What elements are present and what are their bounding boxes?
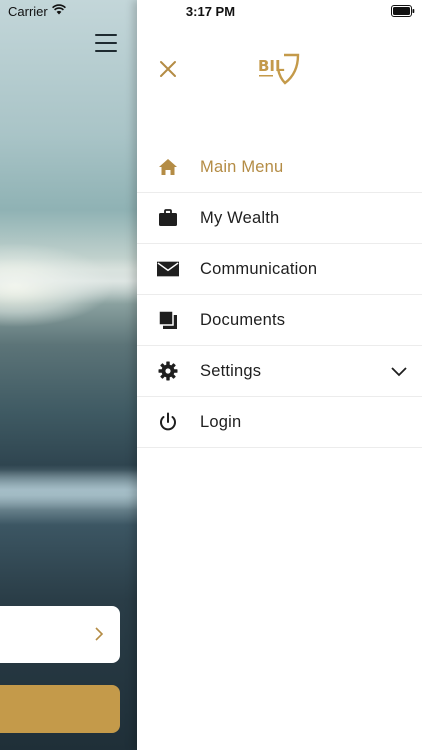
- power-icon: [157, 411, 179, 433]
- menu-item-label: Main Menu: [200, 157, 284, 176]
- home-icon: [157, 156, 179, 178]
- menu-item-label: My Wealth: [200, 208, 280, 227]
- background-screen: Carrier: [0, 0, 137, 750]
- menu-item-label: Communication: [200, 259, 318, 278]
- background-gold-button[interactable]: [0, 685, 120, 733]
- menu-item-documents[interactable]: Documents: [137, 295, 422, 346]
- menu-item-main-menu[interactable]: Main Menu: [137, 142, 422, 193]
- menu-item-communication[interactable]: Communication: [137, 244, 422, 295]
- wifi-icon: [52, 4, 66, 15]
- menu-item-settings[interactable]: Settings: [137, 346, 422, 397]
- gear-icon: [157, 360, 179, 382]
- briefcase-icon: [157, 207, 179, 229]
- background-card[interactable]: [0, 606, 120, 663]
- chevron-down-icon[interactable]: [390, 365, 408, 377]
- bil-logo-icon: BIL: [258, 53, 300, 85]
- hamburger-menu-icon[interactable]: [95, 34, 117, 52]
- side-drawer: 3:17 PM BIL Main Menu My Wealth Communic…: [137, 0, 422, 750]
- menu-item-my-wealth[interactable]: My Wealth: [137, 193, 422, 244]
- status-time: 3:17 PM: [185, 4, 236, 19]
- battery-icon: [391, 5, 415, 17]
- menu-item-label: Documents: [200, 310, 286, 329]
- menu-item-label: Settings: [200, 361, 262, 380]
- menu-item-label: Login: [200, 412, 242, 431]
- documents-icon: [157, 309, 179, 331]
- drawer-menu: Main Menu My Wealth Communication Docume…: [137, 142, 422, 448]
- background-mist: [0, 258, 137, 304]
- close-icon[interactable]: [157, 58, 179, 80]
- envelope-icon: [157, 258, 179, 280]
- carrier-label: Carrier: [8, 4, 48, 19]
- background-lake: [0, 470, 137, 510]
- chevron-right-icon: [95, 627, 104, 641]
- svg-text:BIL: BIL: [258, 57, 285, 75]
- menu-item-login[interactable]: Login: [137, 397, 422, 448]
